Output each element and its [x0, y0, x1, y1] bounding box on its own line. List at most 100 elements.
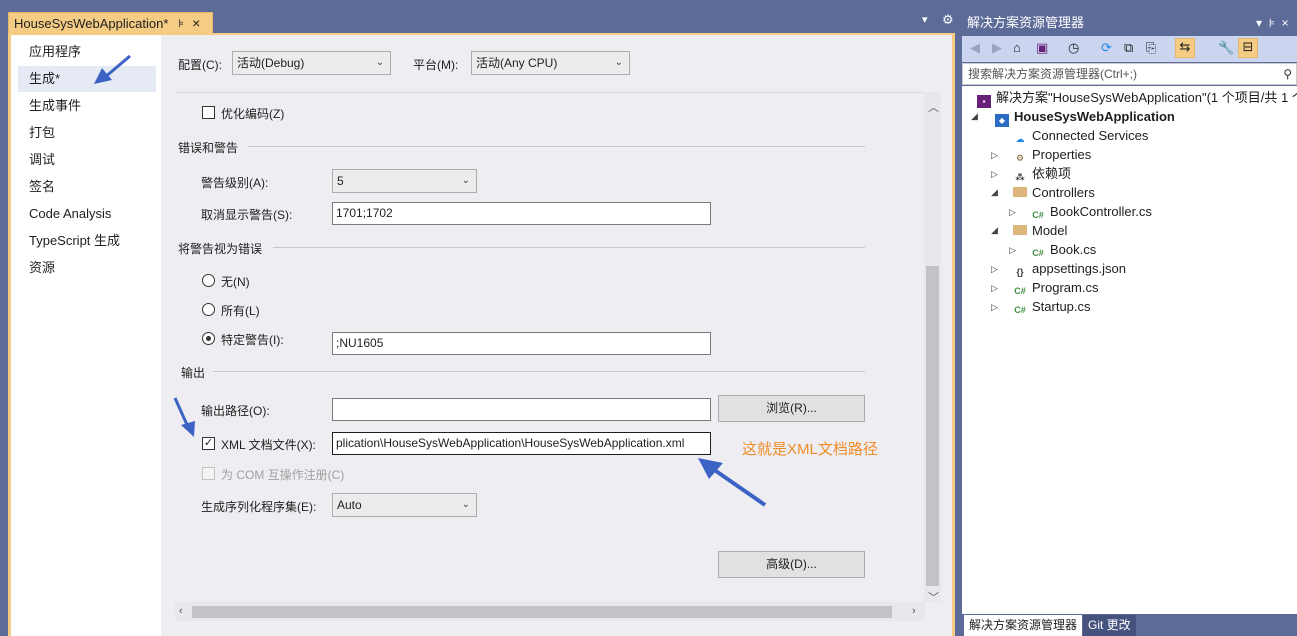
- tree-item-bookcontroller[interactable]: C# BookController.cs: [1031, 202, 1152, 221]
- treat-warnings-section-heading: 将警告视为错误: [178, 242, 263, 256]
- serialization-value: Auto: [337, 498, 362, 512]
- xml-doc-path-input[interactable]: plication\HouseSysWebApplication\HouseSy…: [332, 432, 711, 455]
- vertical-scroll-thumb[interactable]: [926, 266, 939, 586]
- platform-select[interactable]: 活动(Any CPU) ⌄: [471, 51, 630, 75]
- nav-item-package[interactable]: 打包: [18, 120, 156, 146]
- nav-item-typescript-build[interactable]: TypeScript 生成: [18, 228, 156, 254]
- expand-arrow-icon[interactable]: ◢: [971, 111, 978, 122]
- nav-item-signing[interactable]: 签名: [18, 174, 156, 200]
- serialization-label: 生成序列化程序集(E):: [201, 500, 317, 514]
- expand-arrow-icon[interactable]: ▷: [1009, 207, 1016, 218]
- solution-icon: ▪: [977, 95, 991, 108]
- gear-icon[interactable]: ⚙: [942, 12, 954, 28]
- tree-item-project[interactable]: ◆ HouseSysWebApplication: [995, 107, 1175, 127]
- platform-label: 平台(M):: [413, 58, 459, 72]
- pin-icon[interactable]: ⊧: [178, 17, 184, 30]
- scroll-left-icon[interactable]: ‹: [179, 605, 183, 617]
- suppress-warnings-input[interactable]: 1701;1702: [332, 202, 711, 225]
- tab-git-changes[interactable]: Git 更改: [1083, 615, 1136, 636]
- close-tab-icon[interactable]: ×: [192, 15, 200, 31]
- output-path-label: 输出路径(O):: [201, 404, 270, 418]
- project-icon: ◆: [995, 114, 1009, 127]
- tree-item-book[interactable]: C# Book.cs: [1031, 240, 1096, 259]
- annotation-arrow-icon: [173, 397, 195, 437]
- nav-item-build-events[interactable]: 生成事件: [18, 93, 156, 119]
- radio-all[interactable]: [202, 303, 215, 316]
- advanced-button[interactable]: 高级(D)...: [718, 551, 865, 578]
- switch-views-icon[interactable]: ▣: [1036, 40, 1048, 56]
- document-tab[interactable]: HouseSysWebApplication* ⊧ ×: [8, 12, 213, 34]
- tree-item-label: 依赖项: [1032, 166, 1072, 181]
- dropdown-icon[interactable]: ▾: [1256, 16, 1262, 30]
- pending-changes-filter-icon[interactable]: ◷: [1068, 40, 1079, 56]
- nav-item-build[interactable]: 生成*: [18, 66, 156, 92]
- tree-item-controllers[interactable]: Controllers: [1013, 183, 1095, 202]
- tree-item-solution[interactable]: ▪ 解决方案"HouseSysWebApplication"(1 个项目/共 1 …: [977, 88, 1297, 108]
- browse-button[interactable]: 浏览(R)...: [718, 395, 865, 422]
- nav-item-code-analysis[interactable]: Code Analysis: [18, 201, 156, 227]
- back-icon[interactable]: ◀: [970, 40, 980, 56]
- expand-arrow-icon[interactable]: ▷: [991, 264, 998, 275]
- optimize-checkbox[interactable]: [202, 106, 215, 119]
- forward-icon[interactable]: ▶: [992, 40, 1002, 56]
- config-select[interactable]: 活动(Debug) ⌄: [232, 51, 391, 75]
- collapse-arrow-icon[interactable]: ◢: [991, 225, 998, 236]
- com-register-checkbox[interactable]: [202, 467, 215, 480]
- sync-icon[interactable]: ⟳: [1101, 40, 1112, 56]
- tree-item-label: BookController.cs: [1050, 204, 1152, 219]
- output-path-input[interactable]: [332, 398, 711, 421]
- xml-doc-checkbox[interactable]: ✓: [202, 437, 215, 450]
- scroll-down-icon[interactable]: ﹀: [928, 589, 939, 605]
- nav-item-application[interactable]: 应用程序: [18, 39, 156, 65]
- csharp-file-icon: C#: [1014, 305, 1026, 315]
- radio-none[interactable]: [202, 274, 215, 287]
- folder-icon: [1013, 187, 1027, 197]
- tree-item-connected-services[interactable]: ☁ Connected Services: [1013, 126, 1149, 145]
- scroll-right-icon[interactable]: ›: [912, 605, 916, 617]
- warning-level-select[interactable]: 5 ⌄: [332, 169, 477, 193]
- serialization-select[interactable]: Auto ⌄: [332, 493, 477, 517]
- tree-item-label: Program.cs: [1032, 280, 1099, 295]
- horizontal-scroll-thumb[interactable]: [192, 606, 892, 618]
- close-icon[interactable]: ×: [1282, 16, 1289, 30]
- solution-explorer-title: 解决方案资源管理器: [967, 15, 1085, 30]
- preview-selected-icon[interactable]: ⊟: [1238, 38, 1258, 58]
- solution-explorer-search[interactable]: 搜索解决方案资源管理器(Ctrl+;) ⚲: [962, 63, 1297, 85]
- tree-item-startup[interactable]: C# Startup.cs: [1013, 297, 1091, 316]
- scroll-up-icon[interactable]: ︿: [928, 99, 939, 115]
- tree-item-model[interactable]: Model: [1013, 221, 1067, 240]
- collapse-arrow-icon[interactable]: ◢: [991, 187, 998, 198]
- dropdown-icon[interactable]: ▾: [922, 13, 928, 26]
- tree-item-program[interactable]: C# Program.cs: [1013, 278, 1098, 297]
- optimize-label: 优化编码(Z): [221, 107, 285, 121]
- expand-arrow-icon[interactable]: ▷: [991, 169, 998, 180]
- radio-specific-label: 特定警告(I):: [221, 333, 284, 347]
- tab-solution-explorer[interactable]: 解决方案资源管理器: [964, 615, 1083, 636]
- expand-arrow-icon[interactable]: ▷: [991, 283, 998, 294]
- config-select-value: 活动(Debug): [237, 56, 305, 70]
- nav-item-debug[interactable]: 调试: [18, 147, 156, 173]
- solution-explorer-window-controls[interactable]: ▾ ⊧ ×: [1256, 12, 1289, 34]
- tree-item-properties[interactable]: ⚙ Properties: [1013, 145, 1091, 164]
- document-tab-title: HouseSysWebApplication*: [14, 15, 169, 31]
- tree-item-dependencies[interactable]: ⁂ 依赖项: [1013, 164, 1071, 183]
- show-all-files-icon[interactable]: ⎘: [1146, 40, 1156, 56]
- toolbar-divider: [175, 92, 923, 93]
- com-register-label: 为 COM 互操作注册(C): [221, 468, 345, 482]
- tree-item-appsettings[interactable]: {} appsettings.json: [1013, 259, 1125, 278]
- nav-item-resources[interactable]: 资源: [18, 255, 156, 281]
- track-active-item-icon[interactable]: ⇆: [1175, 38, 1195, 58]
- pin-icon[interactable]: ⊧: [1269, 16, 1275, 30]
- tree-item-label: Startup.cs: [1032, 299, 1091, 314]
- expand-arrow-icon[interactable]: ▷: [991, 302, 998, 313]
- home-icon[interactable]: ⌂: [1013, 40, 1021, 55]
- properties-icon[interactable]: 🔧: [1218, 40, 1234, 56]
- section-divider: [213, 371, 865, 372]
- specific-warnings-input[interactable]: ;NU1605: [332, 332, 711, 355]
- annotation-arrow-icon: [94, 54, 131, 84]
- errors-section-heading: 错误和警告: [178, 141, 239, 155]
- expand-arrow-icon[interactable]: ▷: [1009, 245, 1016, 256]
- radio-specific[interactable]: [202, 332, 215, 345]
- expand-arrow-icon[interactable]: ▷: [991, 150, 998, 161]
- collapse-all-icon[interactable]: ⧉: [1124, 40, 1133, 56]
